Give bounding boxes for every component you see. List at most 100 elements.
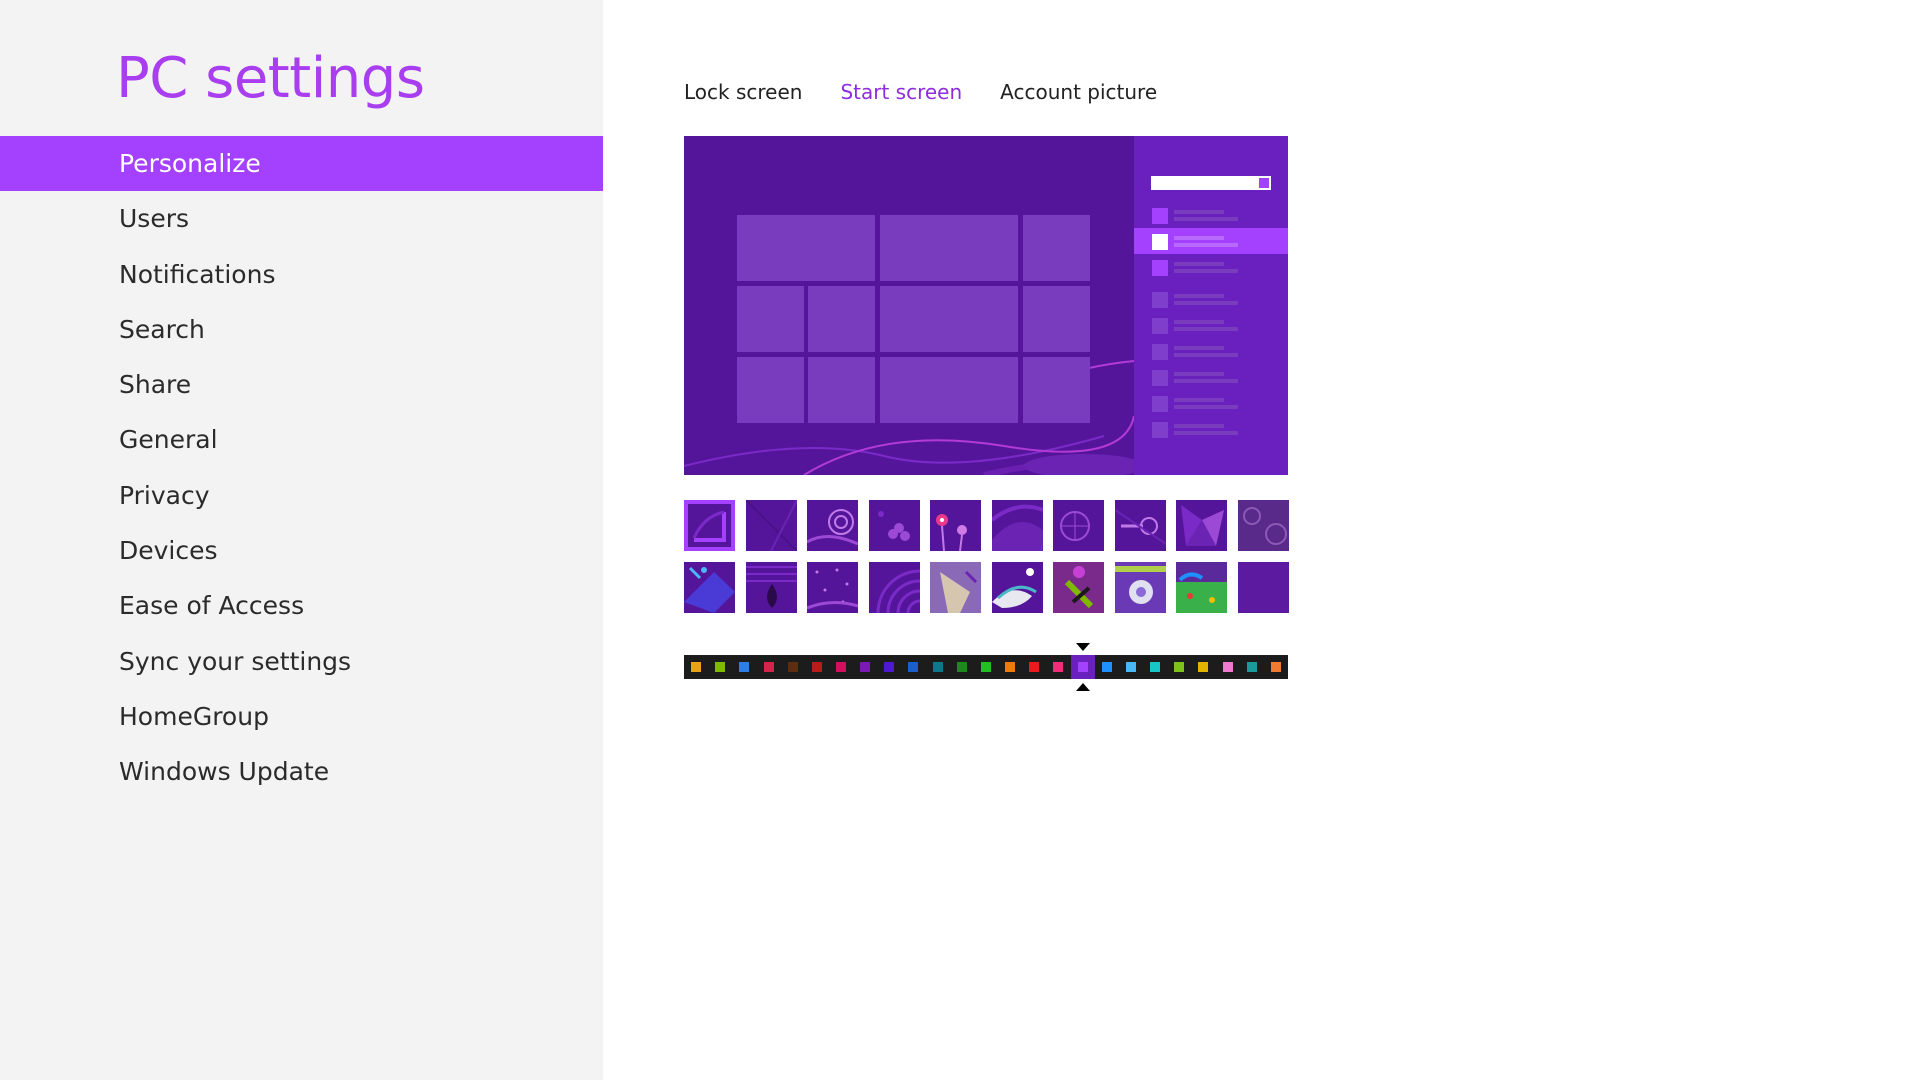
preview-charm-row [1134,364,1288,390]
preview-charm-row [1134,286,1288,312]
sidebar-item-personalize[interactable]: Personalize [0,136,603,192]
sidebar-item-homegroup[interactable]: HomeGroup [0,689,603,744]
color-swatch[interactable] [926,655,950,679]
preview-text-line [1174,405,1238,409]
color-swatch-fill [739,662,750,672]
pattern-option-3[interactable] [807,500,858,551]
preview-text-line [1174,353,1238,357]
pattern-option-9[interactable] [1176,500,1227,551]
color-swatch[interactable] [781,655,805,679]
color-swatch-fill [1174,662,1185,672]
color-swatch[interactable] [974,655,998,679]
color-swatch[interactable] [708,655,732,679]
preview-text-line [1174,327,1238,331]
preview-text-line [1174,346,1224,350]
sidebar-item-search[interactable]: Search [0,302,603,357]
pattern-option-15[interactable] [930,562,981,613]
sidebar-item-devices[interactable]: Devices [0,523,603,578]
sidebar-item-windows-update[interactable]: Windows Update [0,744,603,799]
color-swatch-fill [787,662,798,672]
preview-charm-row [1134,390,1288,416]
preview-search-icon [1259,178,1269,188]
color-swatch[interactable] [684,655,708,679]
preview-tile [1023,357,1090,423]
color-swatch[interactable] [1046,655,1070,679]
sidebar-item-general[interactable]: General [0,412,603,467]
color-swatch[interactable] [1022,655,1046,679]
preview-app-icon [1152,318,1168,334]
color-swatch-fill [811,662,822,672]
preview-text-line [1174,210,1224,214]
color-swatch[interactable] [950,655,974,679]
pattern-option-6[interactable] [991,500,1043,551]
pattern-option-13[interactable] [807,562,858,613]
preview-tile [1023,286,1090,352]
pattern-option-2[interactable] [745,500,797,551]
color-swatch[interactable] [998,655,1022,679]
color-swatch[interactable] [1070,643,1095,691]
pattern-option-7[interactable] [1053,500,1104,551]
pattern-option-16[interactable] [991,562,1043,613]
accent-color-picker[interactable] [684,643,1288,691]
color-swatch[interactable] [1264,655,1288,679]
color-swatch[interactable] [805,655,829,679]
sidebar-item-notifications[interactable]: Notifications [0,247,603,302]
preview-tile [808,357,875,423]
color-swatch-fill [908,662,919,672]
pattern-option-17[interactable] [1053,562,1104,613]
sidebar-item-users[interactable]: Users [0,191,603,246]
tab-lock-screen[interactable]: Lock screen [684,80,802,104]
sidebar-item-ease-of-access[interactable]: Ease of Access [0,578,603,633]
color-swatch[interactable] [877,655,901,679]
color-swatch-fill [884,662,895,672]
preview-tile [880,215,1018,281]
color-swatch[interactable] [1215,655,1239,679]
color-swatch[interactable] [756,655,780,679]
preview-text-line [1174,217,1238,221]
color-swatch[interactable] [853,655,877,679]
pattern-option-11[interactable] [684,562,735,613]
pattern-option-5[interactable] [930,500,981,551]
color-swatch[interactable] [1191,655,1215,679]
color-swatch-fill [980,662,991,672]
preview-app-icon [1152,370,1168,386]
pattern-option-1[interactable] [684,500,735,551]
color-swatch[interactable] [1143,655,1167,679]
color-swatch[interactable] [901,655,925,679]
selection-marker-top-icon [1075,643,1090,651]
preview-tile [737,357,804,423]
preview-text-line [1174,269,1238,273]
pattern-option-20[interactable] [1237,562,1289,613]
color-swatch-fill [836,662,847,672]
color-swatch[interactable] [1095,655,1119,679]
color-swatch[interactable] [1167,655,1191,679]
tab-start-screen[interactable]: Start screen [840,80,962,104]
background-pattern-grid [684,500,1289,613]
pattern-option-19[interactable] [1176,562,1227,613]
preview-tile [880,286,1018,352]
pattern-option-4[interactable] [868,500,920,551]
tab-account-picture[interactable]: Account picture [1000,80,1157,104]
preview-charm-row [1134,312,1288,338]
sidebar-item-privacy[interactable]: Privacy [0,468,603,523]
color-swatch[interactable] [1119,655,1143,679]
pattern-option-8[interactable] [1114,500,1166,551]
color-swatch[interactable] [1240,655,1264,679]
start-screen-preview [684,136,1288,475]
preview-text-line [1174,243,1238,247]
color-swatch-fill [1150,662,1161,672]
preview-app-icon [1152,260,1168,276]
pattern-option-12[interactable] [745,562,797,613]
color-swatch[interactable] [829,655,853,679]
preview-text-line [1174,320,1224,324]
color-swatch-fill [763,662,774,672]
preview-tile [808,286,875,352]
sidebar-item-sync-your-settings[interactable]: Sync your settings [0,634,603,689]
preview-tile [737,215,875,281]
pattern-option-10[interactable] [1237,500,1289,551]
pattern-option-14[interactable] [868,562,920,613]
color-swatch[interactable] [732,655,756,679]
pattern-option-18[interactable] [1114,562,1166,613]
preview-charm-row [1134,202,1288,228]
sidebar-item-share[interactable]: Share [0,357,603,412]
